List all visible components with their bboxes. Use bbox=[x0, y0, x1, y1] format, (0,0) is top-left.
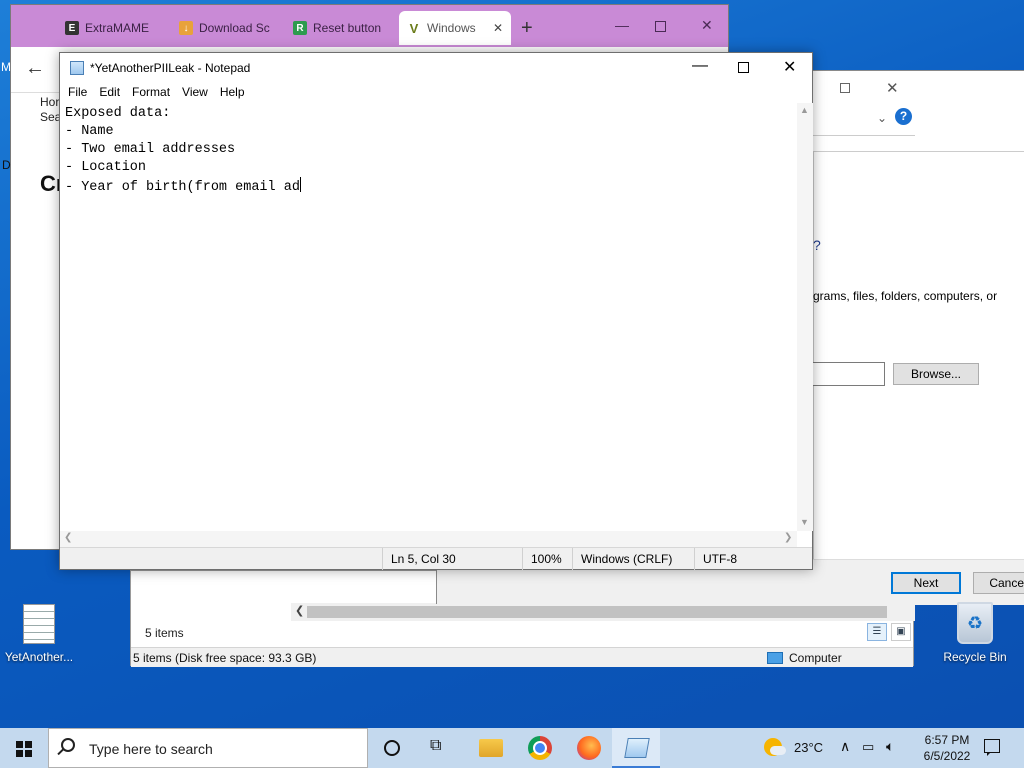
scroll-thumb[interactable] bbox=[307, 606, 887, 618]
zoom-level: 100% bbox=[522, 548, 572, 570]
encoding: UTF-8 bbox=[694, 548, 812, 570]
notification-icon[interactable] bbox=[984, 739, 1000, 756]
new-tab-button[interactable]: + bbox=[521, 17, 533, 40]
scroll-down-icon[interactable]: ▼ bbox=[800, 517, 809, 527]
minimize-icon[interactable]: — bbox=[692, 57, 708, 75]
file-explorer-icon[interactable] bbox=[479, 739, 503, 757]
scroll-right-icon[interactable]: ❯ bbox=[784, 532, 792, 543]
scroll-up-icon[interactable]: ▲ bbox=[800, 105, 809, 115]
recycle-bin-icon bbox=[957, 602, 993, 644]
explorer-statusbar: 5 items (Disk free space: 93.3 GB) Compu… bbox=[131, 647, 913, 667]
weather-icon[interactable] bbox=[764, 738, 786, 756]
text-caret bbox=[299, 177, 301, 192]
notepad-taskbar-icon bbox=[624, 738, 650, 758]
disk-free-status: 5 items (Disk free space: 93.3 GB) bbox=[133, 651, 317, 665]
close-icon[interactable]: ✕ bbox=[783, 57, 796, 77]
scroll-left-icon[interactable]: ❮ bbox=[64, 532, 72, 543]
location-status: Computer bbox=[767, 651, 842, 665]
extramame-icon: E bbox=[65, 21, 79, 35]
page-text: Hor bbox=[40, 95, 60, 109]
menu-file[interactable]: File bbox=[66, 83, 93, 103]
notepad-icon bbox=[70, 61, 84, 75]
vertical-scrollbar[interactable]: ▲ ▼ bbox=[797, 103, 813, 531]
help-icon[interactable]: ? bbox=[895, 108, 912, 125]
desktop-icon-label: Recycle Bin bbox=[943, 650, 1007, 664]
large-icons-view-icon[interactable]: ▣ bbox=[891, 623, 911, 641]
tab-download[interactable]: ↓ Download Sc bbox=[171, 11, 283, 45]
back-arrow-icon[interactable]: ← bbox=[25, 57, 45, 80]
scroll-left-icon[interactable]: ❮ bbox=[295, 604, 304, 617]
browser-tabstrip: E ExtraMAME ↓ Download Sc R Reset button… bbox=[11, 5, 728, 47]
location-label: Computer bbox=[789, 651, 842, 665]
tab-close-icon[interactable]: ✕ bbox=[493, 21, 503, 35]
system-clock[interactable]: 6:57 PM 6/5/2022 bbox=[918, 732, 976, 764]
document-text: Exposed data: - Name - Two email address… bbox=[65, 106, 300, 195]
menu-bar: File Edit Format View Help bbox=[60, 83, 812, 103]
vivaldi-icon: V bbox=[407, 21, 421, 36]
text-editor[interactable]: Exposed data: - Name - Two email address… bbox=[60, 103, 798, 583]
next-button[interactable]: Next bbox=[891, 572, 961, 594]
tab-label: ExtraMAME bbox=[85, 21, 150, 35]
maximize-icon[interactable] bbox=[655, 21, 666, 32]
line-ending: Windows (CRLF) bbox=[572, 548, 694, 570]
browse-button[interactable]: Browse... bbox=[893, 363, 979, 385]
search-icon bbox=[61, 738, 75, 752]
window-title: *YetAnotherPIILeak - Notepad bbox=[90, 61, 251, 75]
chevron-down-icon[interactable]: ⌄ bbox=[877, 111, 887, 125]
close-icon[interactable]: ✕ bbox=[886, 79, 899, 97]
chrome-icon[interactable] bbox=[528, 736, 552, 760]
cortana-icon[interactable] bbox=[384, 740, 400, 756]
tab-label: Reset button bbox=[313, 21, 382, 35]
minimize-icon[interactable]: — bbox=[615, 17, 629, 33]
desktop-icon-yetanother[interactable]: YetAnother... bbox=[2, 604, 76, 664]
desktop-icon-label: YetAnother... bbox=[4, 650, 74, 664]
task-view-icon[interactable]: ⧉ bbox=[430, 737, 454, 761]
edge-text: D bbox=[2, 158, 11, 172]
items-count: 5 items bbox=[145, 626, 184, 640]
notepad-statusbar: Ln 5, Col 30 100% Windows (CRLF) UTF-8 bbox=[60, 547, 812, 570]
notepad-window: *YetAnotherPIILeak - Notepad — ✕ File Ed… bbox=[59, 52, 813, 570]
chevron-up-icon[interactable]: ∧ bbox=[840, 738, 850, 768]
menu-view[interactable]: View bbox=[180, 83, 214, 103]
menu-format[interactable]: Format bbox=[130, 83, 176, 103]
start-button[interactable] bbox=[0, 728, 48, 768]
clock-date: 6/5/2022 bbox=[923, 749, 971, 763]
taskbar-search[interactable]: Type here to search bbox=[48, 728, 368, 768]
horizontal-scrollbar[interactable]: ❮ ❯ bbox=[60, 531, 797, 547]
notepad-titlebar[interactable]: *YetAnotherPIILeak - Notepad — ✕ bbox=[60, 53, 812, 83]
firefox-icon[interactable] bbox=[577, 736, 601, 760]
download-icon: ↓ bbox=[179, 21, 193, 35]
maximize-icon[interactable] bbox=[738, 62, 749, 73]
volume-icon[interactable]: 🔈︎ bbox=[886, 738, 894, 768]
weather-temperature[interactable]: 23°C bbox=[794, 740, 823, 768]
reset-icon: R bbox=[293, 21, 307, 35]
tab-label: Download Sc bbox=[199, 21, 270, 35]
details-view-icon[interactable]: ☰ bbox=[867, 623, 887, 641]
tab-extramame[interactable]: E ExtraMAME bbox=[57, 11, 169, 45]
tab-label: Windows bbox=[427, 21, 476, 35]
network-icon[interactable]: ▭ bbox=[862, 739, 874, 768]
tab-windows[interactable]: V Windows ✕ bbox=[399, 11, 511, 45]
dialog-description: grams, files, folders, computers, or bbox=[813, 289, 998, 303]
desktop-icon-recycle-bin[interactable]: Recycle Bin bbox=[938, 602, 1012, 664]
windows-logo-icon bbox=[16, 741, 32, 757]
close-icon[interactable]: ✕ bbox=[701, 17, 713, 34]
taskbar: Type here to search ⧉ 23°C ∧ ▭ 🔈︎ 6:57 P… bbox=[0, 728, 1024, 768]
cancel-button[interactable]: Cancel bbox=[973, 572, 1024, 594]
cursor-position: Ln 5, Col 30 bbox=[382, 548, 522, 570]
tab-reset-button[interactable]: R Reset button bbox=[285, 11, 397, 45]
clock-time: 6:57 PM bbox=[924, 733, 970, 747]
menu-edit[interactable]: Edit bbox=[97, 83, 126, 103]
horizontal-scrollbar[interactable]: ❮ ❯ bbox=[291, 603, 915, 621]
edge-text: M bbox=[1, 60, 11, 74]
maximize-icon[interactable] bbox=[840, 83, 850, 93]
search-placeholder: Type here to search bbox=[89, 741, 213, 757]
dialog-question: ? bbox=[813, 237, 821, 253]
menu-help[interactable]: Help bbox=[218, 83, 251, 103]
computer-icon bbox=[767, 652, 783, 664]
text-file-icon bbox=[23, 604, 55, 644]
